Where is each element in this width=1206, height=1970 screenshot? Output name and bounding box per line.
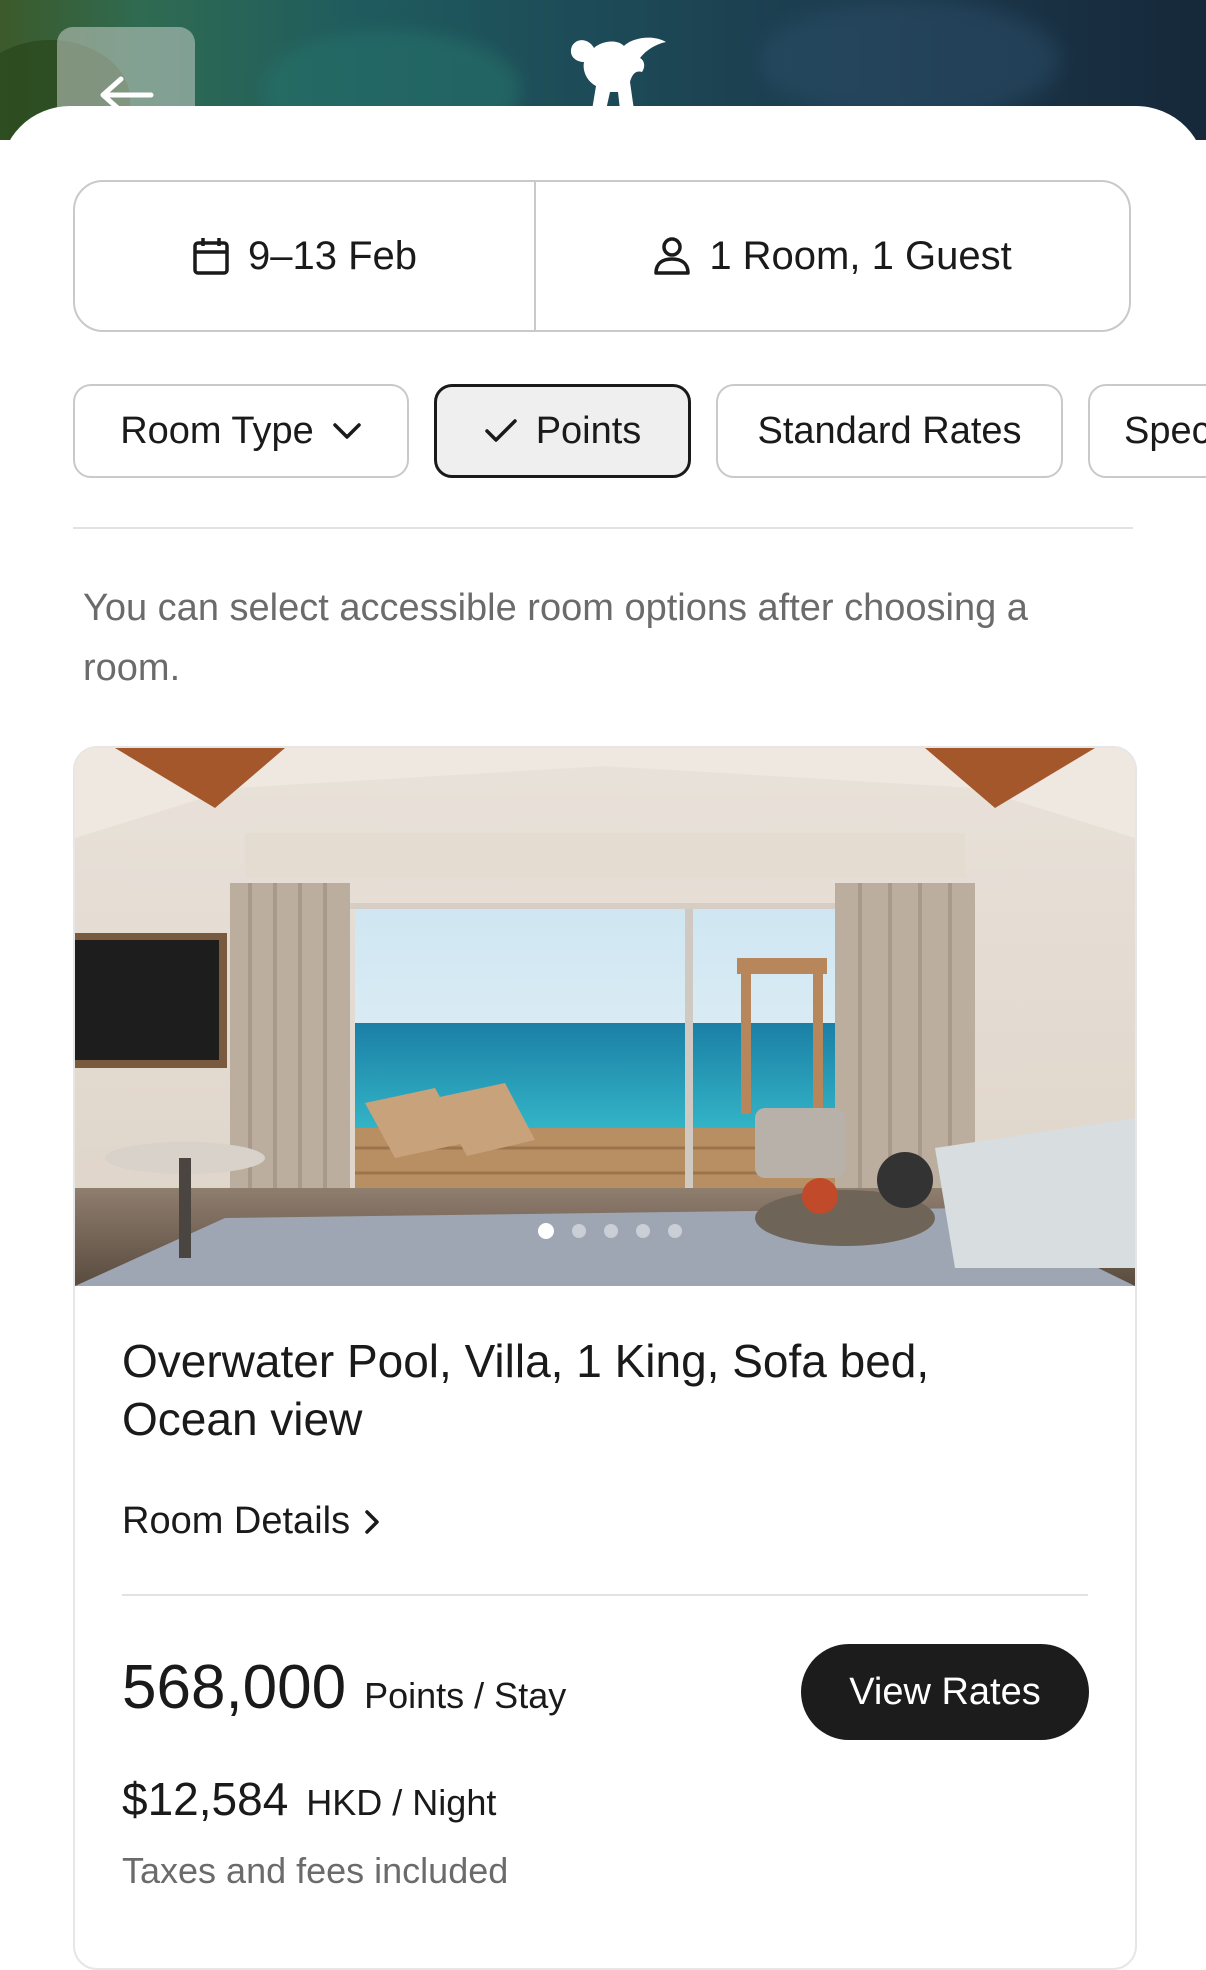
date-range: 9–13 Feb (247, 233, 418, 278)
carousel-dot[interactable] (538, 1223, 554, 1239)
room-title: Overwater Pool, Villa, 1 King, Sofa bed,… (122, 1335, 930, 1445)
cash-price: $12,584 HKD / Night (122, 1772, 496, 1826)
carousel-dot[interactable] (668, 1224, 682, 1238)
carousel-dot[interactable] (572, 1224, 586, 1238)
room-details-label: Room Details (122, 1500, 351, 1542)
guest-selector[interactable]: 1 Room, 1 Guest (536, 182, 1129, 330)
checkmark-icon (484, 419, 517, 442)
room-card[interactable]: Overwater Pool, Villa, 1 King, Sofa bed,… (73, 746, 1137, 1970)
filter-standard-rates[interactable]: Standard Rates (716, 384, 1063, 478)
filter-special[interactable]: Spec (1088, 384, 1206, 478)
date-selector[interactable]: 9–13 Feb (75, 182, 536, 330)
chevron-down-icon (333, 423, 361, 439)
room-guest-count: 1 Room, 1 Guest (709, 233, 1012, 278)
room-details-link[interactable]: Room Details (122, 1500, 380, 1543)
cash-unit: HKD / Night (306, 1782, 497, 1823)
search-summary: 9–13 Feb 1 Room, 1 Guest (73, 180, 1131, 332)
room-photo[interactable] (75, 748, 1135, 1286)
filter-label: Room Type (120, 409, 314, 452)
points-unit: Points / Stay (364, 1675, 567, 1716)
person-icon (654, 237, 691, 275)
carousel-dot[interactable] (636, 1224, 650, 1238)
chevron-right-icon (365, 1509, 379, 1534)
divider (73, 527, 1133, 529)
filter-label: Points (535, 409, 642, 452)
filter-points[interactable]: Points (434, 384, 691, 478)
cash-value: $12,584 (122, 1773, 289, 1825)
view-rates-button[interactable]: View Rates (801, 1644, 1089, 1740)
accessibility-note: You can select accessible room options a… (83, 587, 1028, 689)
taxes-note: Taxes and fees included (122, 1850, 509, 1891)
filter-label: Standard Rates (757, 409, 1022, 452)
filter-label: Spec (1124, 409, 1206, 452)
carousel-dots[interactable] (75, 1223, 1135, 1239)
filter-chips: Room Type Points Standard Rates Spec (73, 384, 1206, 480)
filter-room-type[interactable]: Room Type (73, 384, 409, 478)
divider (122, 1594, 1088, 1596)
griffin-logo-icon (570, 37, 666, 110)
points-value: 568,000 (122, 1653, 347, 1722)
points-price: 568,000 Points / Stay (122, 1652, 566, 1723)
calendar-icon (193, 238, 229, 275)
carousel-dot[interactable] (604, 1224, 618, 1238)
